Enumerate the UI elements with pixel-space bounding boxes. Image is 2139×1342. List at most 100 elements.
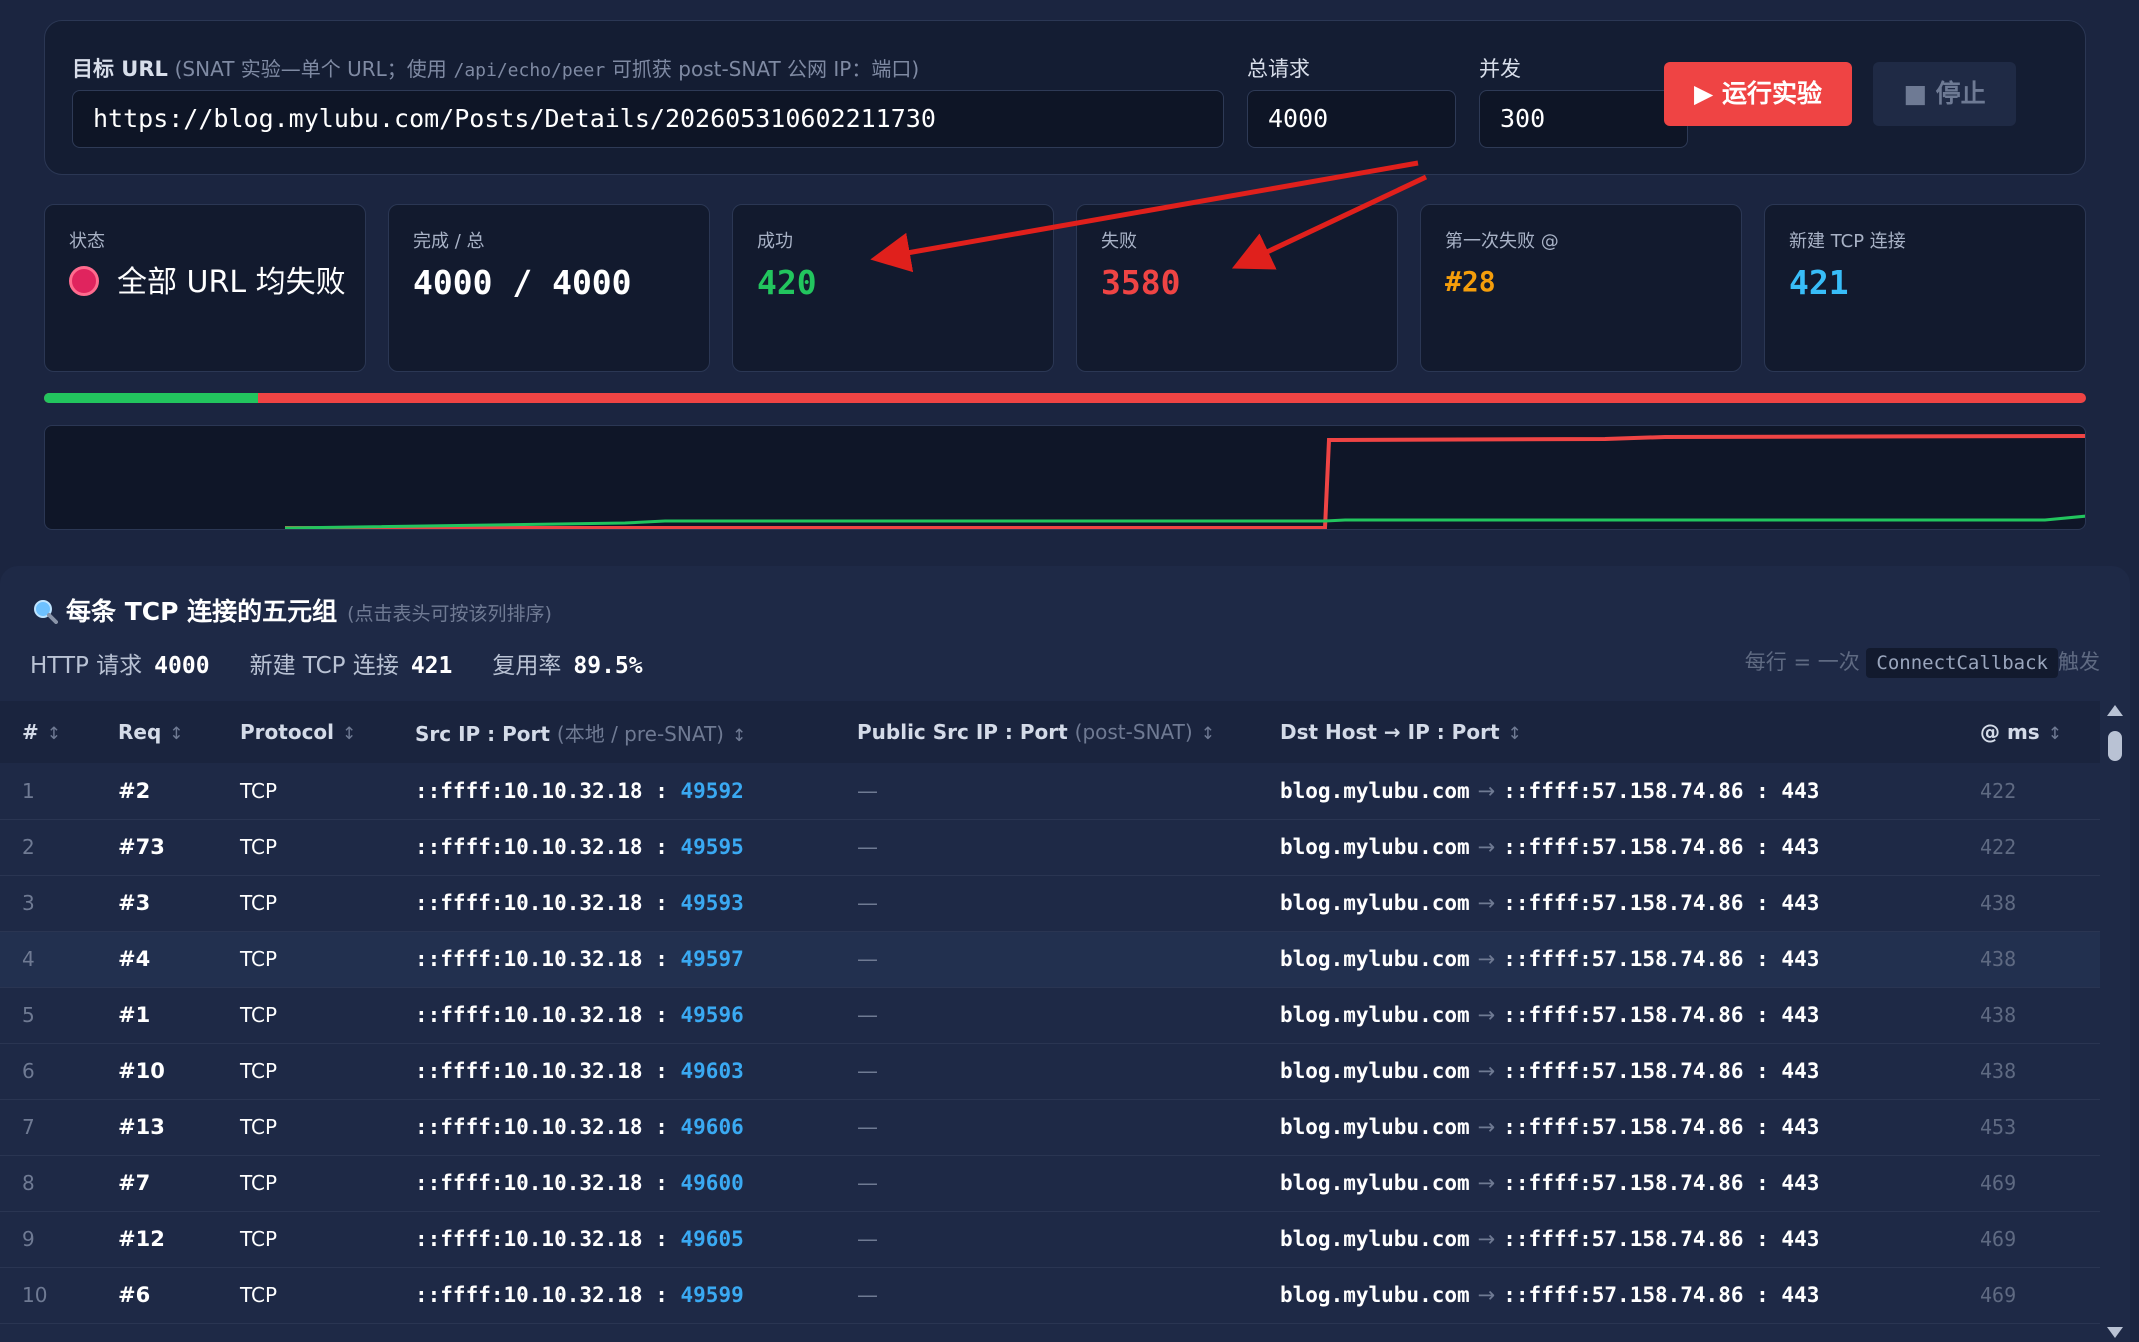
table-row[interactable]: 3 #3 TCP::ffff:10.10.32.18 : 49593 — blog.my… [0, 875, 2100, 931]
failure-timeline-line [285, 434, 2085, 529]
dst-port: 443 [1781, 778, 1820, 803]
row-protocol: TCP [240, 778, 278, 803]
section-header: 每条 TCP 连接的五元组 (点击表头可按该列排序) [32, 592, 552, 628]
dst-port: 443 [1781, 1115, 1820, 1139]
row-protocol: TCP [240, 1003, 278, 1027]
right-arrow-icon: → [1477, 1171, 1496, 1195]
dst-host: blog.mylubu.com [1280, 778, 1470, 803]
reuse-rate-label: 复用率 [492, 653, 562, 679]
row-ms: 438 [1980, 947, 2017, 971]
table-row[interactable]: 9 #12 TCP::ffff:10.10.32.18 : 49605 — blog.m… [0, 1211, 2100, 1267]
table-row[interactable]: 4 #4 TCP::ffff:10.10.32.18 : 49597 — blog.my… [0, 931, 2100, 987]
new-tcp-card: 新建 TCP 连接 421 [1764, 204, 2086, 372]
row-ms: 438 [1980, 1003, 2017, 1027]
dst-ip: ::ffff:57.158.74.86 [1503, 778, 1744, 803]
concurrency-input[interactable]: 300 [1479, 90, 1688, 148]
dst-port: 443 [1781, 1171, 1820, 1195]
src-ip: ::ffff:10.10.32.18 [415, 1283, 643, 1307]
dst-ip: ::ffff:57.158.74.86 [1503, 947, 1744, 971]
new-tcp-label: 新建 TCP 连接 [1789, 231, 1906, 252]
http-requests-value: 4000 [154, 653, 210, 679]
row-req: #4 [118, 947, 151, 971]
row-public-src: — [857, 1283, 878, 1307]
header-src-hint: (本地 / pre-SNAT) [556, 721, 724, 746]
table-row[interactable]: 7 #13 TCP::ffff:10.10.32.18 : 49606 — blog.m… [0, 1099, 2100, 1155]
total-requests-input[interactable]: 4000 [1247, 90, 1456, 148]
new-tcp-summary-label: 新建 TCP 连接 [249, 653, 399, 679]
stop-button[interactable]: ■ 停止 [1873, 62, 2016, 126]
row-ms: 469 [1980, 1283, 2017, 1307]
row-src: ::ffff:10.10.32.18 : 49600 [415, 1171, 744, 1195]
row-src: ::ffff:10.10.32.18 : 49593 [415, 891, 744, 915]
column-header-src[interactable]: Src IP : Port (本地 / pre-SNAT) ↕ [415, 701, 857, 763]
row-src: ::ffff:10.10.32.18 : 49606 [415, 1115, 744, 1139]
column-header-ms[interactable]: @ ms ↕ [1980, 701, 2100, 763]
url-label: 目标 URL (SNAT 实验—单个 URL；使用 /api/echo/peer… [72, 53, 919, 83]
failure-card: 失败 3580 [1076, 204, 1398, 372]
dst-host: blog.mylubu.com [1280, 947, 1470, 971]
url-hint-code: /api/echo/peer [453, 60, 606, 81]
table-scrollbar[interactable] [2100, 701, 2130, 1342]
row-dst: blog.mylubu.com →::ffff:57.158.74.86 : 44… [1280, 891, 1820, 915]
row-src: ::ffff:10.10.32.18 : 49599 [415, 1283, 744, 1307]
done-card: 完成 / 总 4000 / 4000 [388, 204, 710, 372]
column-header-req[interactable]: Req ↕ [118, 701, 240, 763]
row-src: ::ffff:10.10.32.18 : 49603 [415, 1059, 744, 1083]
sort-icon: ↕ [1200, 724, 1215, 744]
row-ms: 422 [1980, 778, 2017, 803]
table-row[interactable]: 2 #73 TCP::ffff:10.10.32.18 : 49595 — blog.m… [0, 819, 2100, 875]
dst-host: blog.mylubu.com [1280, 835, 1470, 859]
row-index: 9 [22, 1227, 35, 1251]
scroll-up-arrow-icon[interactable] [2107, 705, 2123, 716]
src-ip: ::ffff:10.10.32.18 [415, 1171, 643, 1195]
row-req: #12 [118, 1227, 165, 1251]
table-row[interactable]: 1 #2 TCP::ffff:10.10.32.18 : 49592 — blog.my… [0, 763, 2100, 819]
header-dst-text: Dst Host → IP : Port [1280, 720, 1500, 744]
magnifier-icon [34, 600, 58, 624]
src-ip: ::ffff:10.10.32.18 [415, 1059, 643, 1083]
new-tcp-summary-value: 421 [410, 653, 453, 679]
row-index: 3 [22, 891, 35, 915]
column-header-protocol[interactable]: Protocol ↕ [240, 701, 415, 763]
done-value: 4000 / 4000 [413, 263, 632, 302]
scroll-down-arrow-icon[interactable] [2107, 1327, 2123, 1338]
row-index: 6 [22, 1059, 35, 1083]
row-public-src: — [857, 891, 878, 915]
url-label-text: 目标 URL [72, 57, 168, 81]
tuple-table-container: # ↕ Req ↕ Protocol ↕ Src IP : Port (本地 / pr… [0, 701, 2100, 1342]
src-port: 49597 [680, 947, 744, 971]
row-dst: blog.mylubu.com →::ffff:57.158.74.86 : 44… [1280, 1059, 1820, 1083]
row-req: #73 [118, 835, 165, 859]
row-req: #2 [118, 778, 151, 803]
row-dst: blog.mylubu.com →::ffff:57.158.74.86 : 44… [1280, 1283, 1820, 1307]
row-src: ::ffff:10.10.32.18 : 49605 [415, 1227, 744, 1251]
failure-label: 失败 [1101, 231, 1137, 252]
url-input[interactable]: https://blog.mylubu.com/Posts/Details/20… [72, 90, 1224, 148]
src-port: 49599 [680, 1283, 744, 1307]
dst-ip: ::ffff:57.158.74.86 [1503, 1003, 1744, 1027]
row-dst: blog.mylubu.com →::ffff:57.158.74.86 : 44… [1280, 1171, 1820, 1195]
run-experiment-button[interactable]: ▶ 运行实验 [1664, 62, 1852, 126]
dst-ip: ::ffff:57.158.74.86 [1503, 1171, 1744, 1195]
table-row[interactable]: 8 #7 TCP::ffff:10.10.32.18 : 49600 — blog.my… [0, 1155, 2100, 1211]
row-dst: blog.mylubu.com →::ffff:57.158.74.86 : 44… [1280, 947, 1820, 971]
column-header-dst[interactable]: Dst Host → IP : Port ↕ [1280, 701, 1980, 763]
scroll-thumb[interactable] [2108, 731, 2122, 761]
row-src: ::ffff:10.10.32.18 : 49597 [415, 947, 744, 971]
dst-host: blog.mylubu.com [1280, 1115, 1470, 1139]
right-arrow-icon: → [1477, 1227, 1496, 1251]
row-protocol: TCP [240, 1227, 278, 1251]
right-arrow-icon: → [1477, 1283, 1496, 1307]
column-header-index[interactable]: # ↕ [0, 701, 118, 763]
right-arrow-icon: → [1477, 947, 1496, 971]
right-arrow-icon: → [1477, 1003, 1496, 1027]
row-req: #7 [118, 1171, 151, 1195]
table-row[interactable]: 10 #6 TCP::ffff:10.10.32.18 : 49599 — blog.m… [0, 1267, 2100, 1323]
column-header-public-src[interactable]: Public Src IP : Port (post-SNAT) ↕ [857, 701, 1280, 763]
table-row[interactable]: 5 #1 TCP::ffff:10.10.32.18 : 49596 — blog.my… [0, 987, 2100, 1043]
success-failure-progress-bar [44, 393, 2086, 403]
src-ip: ::ffff:10.10.32.18 [415, 891, 643, 915]
table-row[interactable]: 6 #10 TCP::ffff:10.10.32.18 : 49603 — blog.m… [0, 1043, 2100, 1099]
row-protocol: TCP [240, 891, 278, 915]
dst-port: 443 [1781, 835, 1820, 859]
